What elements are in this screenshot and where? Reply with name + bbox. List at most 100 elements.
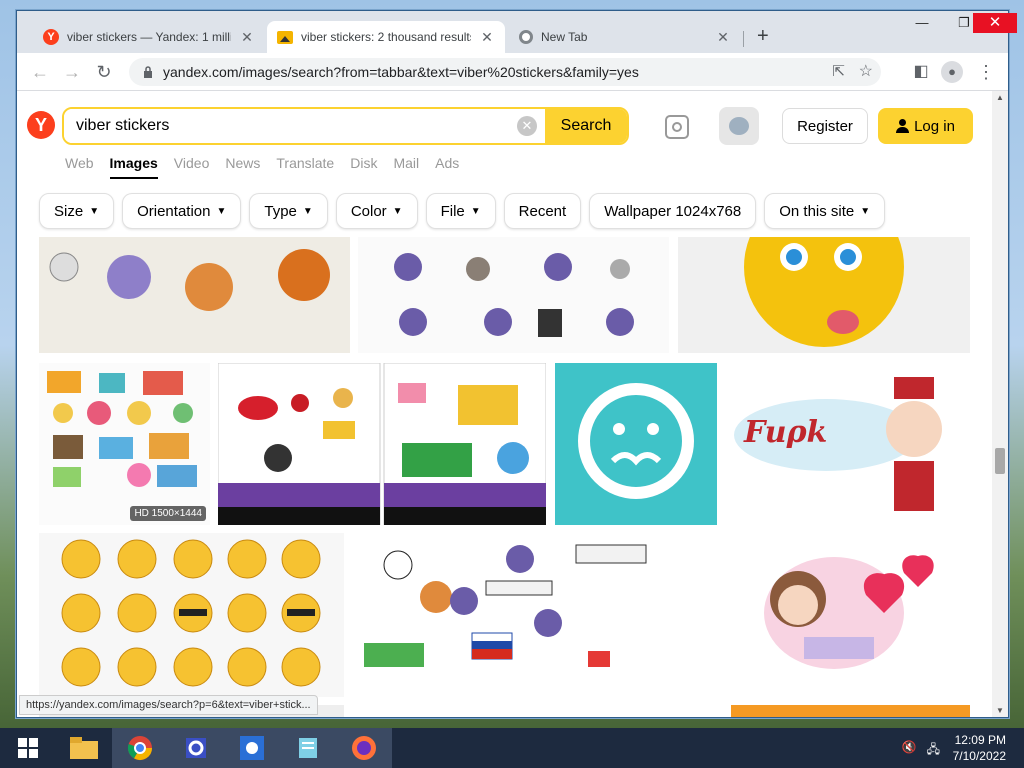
scrollbar-thumb[interactable] xyxy=(995,448,1005,474)
register-button[interactable]: Register xyxy=(782,108,868,144)
filter-color[interactable]: Color ▼ xyxy=(335,193,418,229)
viber-app-screenshots-image xyxy=(218,363,546,525)
filter-label: File xyxy=(440,202,465,220)
filter-label: Orientation xyxy=(137,202,211,220)
filter-orientation[interactable]: Orientation ▼ xyxy=(122,193,242,229)
filter-file[interactable]: File ▼ xyxy=(425,193,496,229)
result-image[interactable] xyxy=(678,237,970,353)
tab-yandex-search[interactable]: Y viber stickers — Yandex: 1 million ✕ xyxy=(33,21,265,53)
login-button[interactable]: Log in xyxy=(878,108,973,144)
camera-search-icon[interactable] xyxy=(665,115,689,139)
result-image[interactable]: Fuρk xyxy=(726,363,970,525)
nav-ads[interactable]: Ads xyxy=(435,155,459,179)
resolution-badge: HD 1500×1444 xyxy=(130,506,206,521)
chevron-down-icon: ▼ xyxy=(302,205,313,217)
tab-new-tab[interactable]: New Tab ✕ xyxy=(509,21,741,53)
taskbar-chrome[interactable] xyxy=(112,728,168,768)
chevron-down-icon: ▼ xyxy=(470,205,481,217)
gear-icon xyxy=(186,738,206,758)
filter-size[interactable]: Size ▼ xyxy=(39,193,115,229)
taskbar-firefox[interactable] xyxy=(336,728,392,768)
result-image[interactable] xyxy=(674,533,970,697)
clock[interactable]: 12:09 PM 7/10/2022 xyxy=(953,732,1006,764)
menu-icon[interactable]: ⋮ xyxy=(975,61,997,83)
forward-icon[interactable]: → xyxy=(61,61,83,83)
browser-toolbar: ← → ↻ yandex.com/images/search?from=tabb… xyxy=(17,53,1008,91)
cat-stickers-image xyxy=(49,249,330,311)
taskbar-settings[interactable] xyxy=(168,728,224,768)
filter-recent[interactable]: Recent xyxy=(503,193,582,229)
chrome-icon xyxy=(519,30,533,44)
result-image[interactable]: HD 1500×1444 xyxy=(39,363,210,525)
tab-title: viber stickers: 2 thousand results xyxy=(301,30,471,44)
reload-icon[interactable]: ↻ xyxy=(93,61,115,83)
back-icon[interactable]: ← xyxy=(29,61,51,83)
search-input[interactable] xyxy=(64,109,517,143)
yandex-logo[interactable]: Y xyxy=(27,111,55,139)
taskbar-notes[interactable] xyxy=(280,728,336,768)
result-image[interactable] xyxy=(731,705,970,717)
yandex-icon: Y xyxy=(43,29,59,45)
lock-icon xyxy=(144,66,152,78)
girl-hearts-sticker-image xyxy=(764,555,934,669)
chevron-down-icon: ▼ xyxy=(216,205,227,217)
close-icon[interactable]: ✕ xyxy=(239,29,255,46)
chevron-down-icon: ▼ xyxy=(860,205,871,217)
profile-icon[interactable]: ● xyxy=(941,61,963,83)
system-tray: 🔇 🖧 xyxy=(902,740,940,761)
taskbar-brightness[interactable] xyxy=(224,728,280,768)
tab-images[interactable]: viber stickers: 2 thousand results ✕ xyxy=(267,21,505,53)
search-button[interactable]: Search xyxy=(545,109,627,143)
minimize-button[interactable]: — xyxy=(907,13,937,33)
firefox-icon xyxy=(352,736,376,760)
nav-mail[interactable]: Mail xyxy=(393,155,419,179)
taskbar-file-explorer[interactable] xyxy=(56,728,112,768)
tab-separator xyxy=(743,31,744,47)
share-icon[interactable]: ⇱ xyxy=(832,62,845,80)
filter-label: On this site xyxy=(779,202,855,220)
filter-label: Wallpaper 1024x768 xyxy=(604,202,742,220)
nav-disk[interactable]: Disk xyxy=(350,155,377,179)
browser-window: Y viber stickers — Yandex: 1 million ✕ v… xyxy=(16,10,1017,718)
chevron-down-icon: ▼ xyxy=(392,205,403,217)
tab-strip: Y viber stickers — Yandex: 1 million ✕ v… xyxy=(17,11,1017,53)
nav-news[interactable]: News xyxy=(225,155,260,179)
filter-on-this-site[interactable]: On this site ▼ xyxy=(764,193,886,229)
result-image[interactable] xyxy=(39,533,344,697)
login-label: Log in xyxy=(914,117,955,135)
filter-label: Color xyxy=(350,202,387,220)
result-image[interactable] xyxy=(352,533,666,697)
close-icon[interactable]: ✕ xyxy=(715,29,731,46)
clear-icon[interactable]: ✕ xyxy=(517,116,537,136)
close-icon[interactable]: ✕ xyxy=(479,29,495,46)
filter-wallpaper[interactable]: Wallpaper 1024x768 xyxy=(589,193,757,229)
result-image[interactable] xyxy=(218,363,546,525)
filter-label: Type xyxy=(264,202,297,220)
address-bar[interactable]: yandex.com/images/search?from=tabbar&tex… xyxy=(129,58,881,86)
result-image[interactable] xyxy=(555,363,717,525)
result-image[interactable] xyxy=(39,237,350,353)
status-bar: https://yandex.com/images/search?p=6&tex… xyxy=(19,695,318,715)
window-close-button[interactable]: ✕ xyxy=(973,13,1017,33)
result-image[interactable] xyxy=(358,237,669,353)
network-icon[interactable]: 🖧 xyxy=(927,740,940,761)
windows-icon xyxy=(18,738,38,758)
bear-icon[interactable] xyxy=(719,107,759,145)
scroll-down-icon[interactable]: ▼ xyxy=(996,706,1004,715)
nav-video[interactable]: Video xyxy=(174,155,210,179)
start-button[interactable] xyxy=(0,728,56,768)
nav-images[interactable]: Images xyxy=(109,155,158,179)
tab-title: New Tab xyxy=(541,30,588,44)
nav-web[interactable]: Web xyxy=(65,155,94,179)
side-panel-icon[interactable]: ◧ xyxy=(910,61,932,83)
filter-type[interactable]: Type ▼ xyxy=(249,193,328,229)
nav-translate[interactable]: Translate xyxy=(276,155,334,179)
girl-stickers-image xyxy=(394,253,634,337)
whatsapp-mustache-image xyxy=(555,363,717,525)
taskbar: 🔇 🖧 12:09 PM 7/10/2022 xyxy=(0,728,1024,768)
bookmark-star-icon[interactable]: ☆ xyxy=(859,61,873,81)
new-tab-button[interactable]: + xyxy=(757,25,769,48)
scrollbar[interactable]: ▲ ▼ xyxy=(992,91,1008,717)
scroll-up-icon[interactable]: ▲ xyxy=(996,93,1004,102)
mute-icon[interactable]: 🔇 xyxy=(902,740,917,761)
